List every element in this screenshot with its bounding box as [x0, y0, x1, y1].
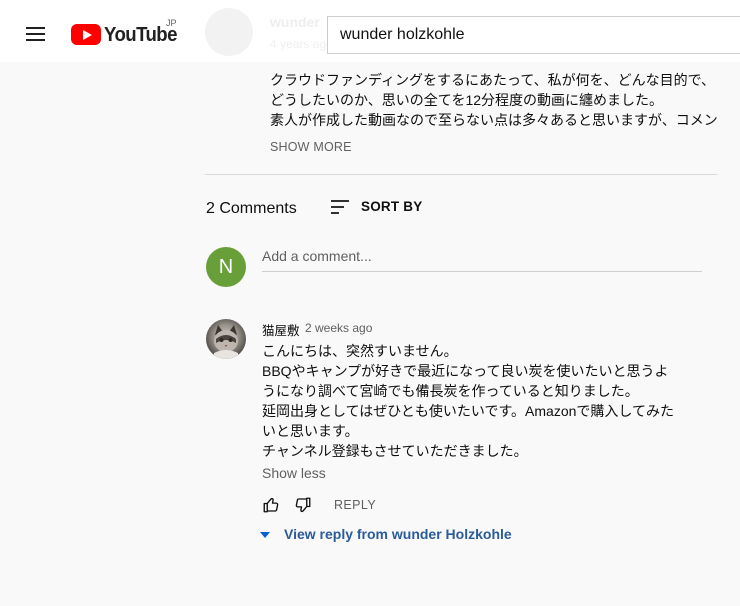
- thumbs-down-icon[interactable]: [294, 496, 312, 514]
- comment-line: こんにちは、突然すいません。: [262, 343, 458, 359]
- comment-body: こんにちは、突然すいません。 BBQやキャンプが好きで最近になって良い炭を使いた…: [262, 341, 692, 461]
- cat-photo-icon: [214, 325, 238, 359]
- comment-line: BBQやキャンプが好きで最近になって良い炭を使いたいと思うよ: [262, 363, 669, 379]
- show-more-button[interactable]: SHOW MORE: [270, 140, 352, 154]
- comment-line: うになり調べて宮崎でも備長炭を作っていると知りました。: [262, 383, 639, 399]
- sort-icon[interactable]: [331, 199, 351, 215]
- search-input[interactable]: [340, 26, 720, 44]
- avatar: N: [206, 247, 246, 287]
- view-replies-label: View reply from wunder Holzkohle: [284, 526, 512, 542]
- add-comment-field[interactable]: [262, 246, 702, 272]
- comment-author[interactable]: 猫屋敷: [262, 320, 300, 339]
- youtube-logo[interactable]: YouTube: [71, 22, 181, 48]
- menu-icon[interactable]: [26, 27, 46, 43]
- caret-down-icon: [260, 532, 270, 538]
- comment-line: いと思います。: [262, 423, 359, 439]
- youtube-play-icon: [71, 24, 101, 45]
- video-description: クラウドファンディングをするにあたって、私が何を、どんな目的で、 どうしたいのか…: [270, 70, 725, 130]
- description-line: どうしたいのか、思いの全てを12分程度の動画に纏めました。: [270, 92, 664, 108]
- comment-timestamp[interactable]: 2 weeks ago: [305, 321, 372, 335]
- comment-line: チャンネル登録もさせていただきました。: [262, 443, 528, 459]
- thumbs-up-icon[interactable]: [262, 496, 280, 514]
- comment-input[interactable]: [262, 248, 692, 264]
- upload-date: 4 years ago: [270, 37, 333, 51]
- channel-name: wunder: [270, 14, 320, 30]
- reply-button[interactable]: REPLY: [334, 498, 376, 512]
- search-box[interactable]: [327, 16, 740, 54]
- channel-avatar: [205, 8, 253, 56]
- description-line: クラウドファンディングをするにあたって、私が何を、どんな目的で、: [270, 72, 716, 88]
- show-less-button[interactable]: Show less: [262, 465, 326, 481]
- comments-count: 2 Comments: [206, 200, 297, 217]
- divider: [205, 174, 717, 175]
- commenter-avatar[interactable]: [206, 319, 246, 359]
- country-code: JP: [166, 18, 177, 28]
- description-line: 素人が作成した動画なので至らない点は多々あると思いますが、コメン: [270, 112, 718, 128]
- comment-line: 延岡出身としてはぜひとも使いたいです。Amazonで購入してみた: [262, 403, 674, 419]
- sort-by-button[interactable]: SORT BY: [361, 199, 422, 214]
